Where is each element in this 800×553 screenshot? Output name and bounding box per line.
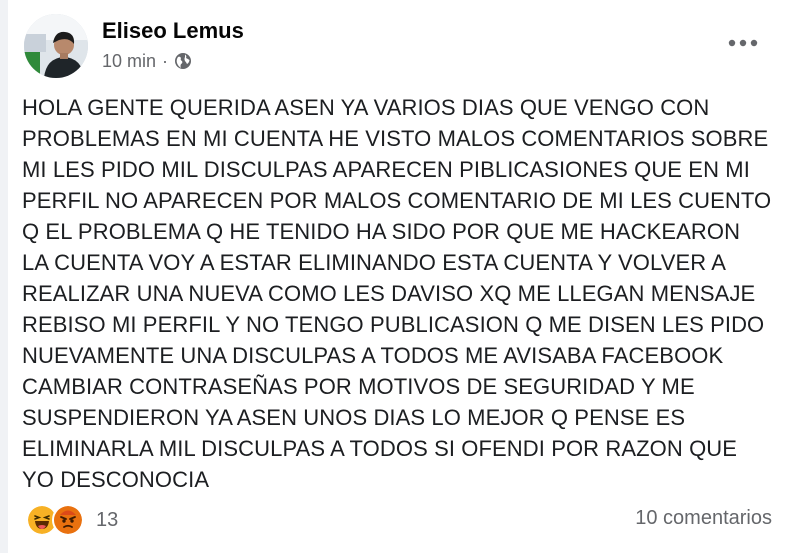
post-text-line: ELIMINARLA MIL DISCULPAS A TODOS SI OFEN… (22, 436, 738, 461)
post-text-line: LA CUENTA VOY A ESTAR ELIMINANDO ESTA CU… (22, 250, 727, 275)
post-text-line: REBISO MI PERFIL Y NO TENGO PUBLICASION … (22, 312, 765, 337)
post-text-line: PROBLEMAS EN MI CUENTA HE VISTO MALOS CO… (22, 126, 769, 151)
post-text-line: Q EL PROBLEMA Q HE TENIDO HA SIDO POR QU… (22, 219, 741, 244)
comments-count-link[interactable]: 10 comentarios (635, 507, 772, 530)
avatar-photo (24, 14, 88, 78)
facebook-post: Eliseo Lemus 10 min · HOLA GENTE QUERIDA… (0, 0, 800, 553)
reaction-count: 13 (96, 508, 119, 531)
post-meta: 10 min · (102, 50, 192, 72)
post-text-line: NUEVAMENTE UNA DISCULPAS A TODOS ME AVIS… (22, 343, 724, 368)
author-name[interactable]: Eliseo Lemus (102, 18, 244, 44)
post-text-line: MI LES PIDO MIL DISCULPAS APARECEN PIBLI… (22, 157, 750, 182)
author-avatar[interactable] (24, 14, 88, 78)
more-options-icon (728, 39, 758, 47)
feed-background-edge (0, 0, 8, 553)
meta-separator: · (162, 50, 169, 71)
post-text-line: REALIZAR UNA NUEVA COMO LES DAVISO XQ ME… (22, 281, 756, 306)
post-message: HOLA GENTE QUERIDA ASEN YA VARIOS DIAS Q… (22, 92, 788, 495)
post-text-line: CAMBIAR CONTRASEÑAS POR MOTIVOS DE SEGUR… (22, 374, 695, 399)
post-text-line: SUSPENDIERON YA ASEN UNOS DIAS LO MEJOR … (22, 405, 686, 430)
reactions-summary[interactable]: 13 (26, 504, 119, 536)
post-text-line: HOLA GENTE QUERIDA ASEN YA VARIOS DIAS Q… (22, 95, 710, 120)
more-options-button[interactable] (722, 28, 764, 58)
post-timestamp[interactable]: 10 min (102, 51, 156, 72)
post-text-line: YO DESCONOCIA (22, 467, 210, 492)
globe-icon[interactable] (174, 52, 192, 70)
post-text-line: PERFIL NO APARECEN POR MALOS COMENTARIO … (22, 188, 772, 213)
angry-reaction-icon (52, 504, 84, 536)
